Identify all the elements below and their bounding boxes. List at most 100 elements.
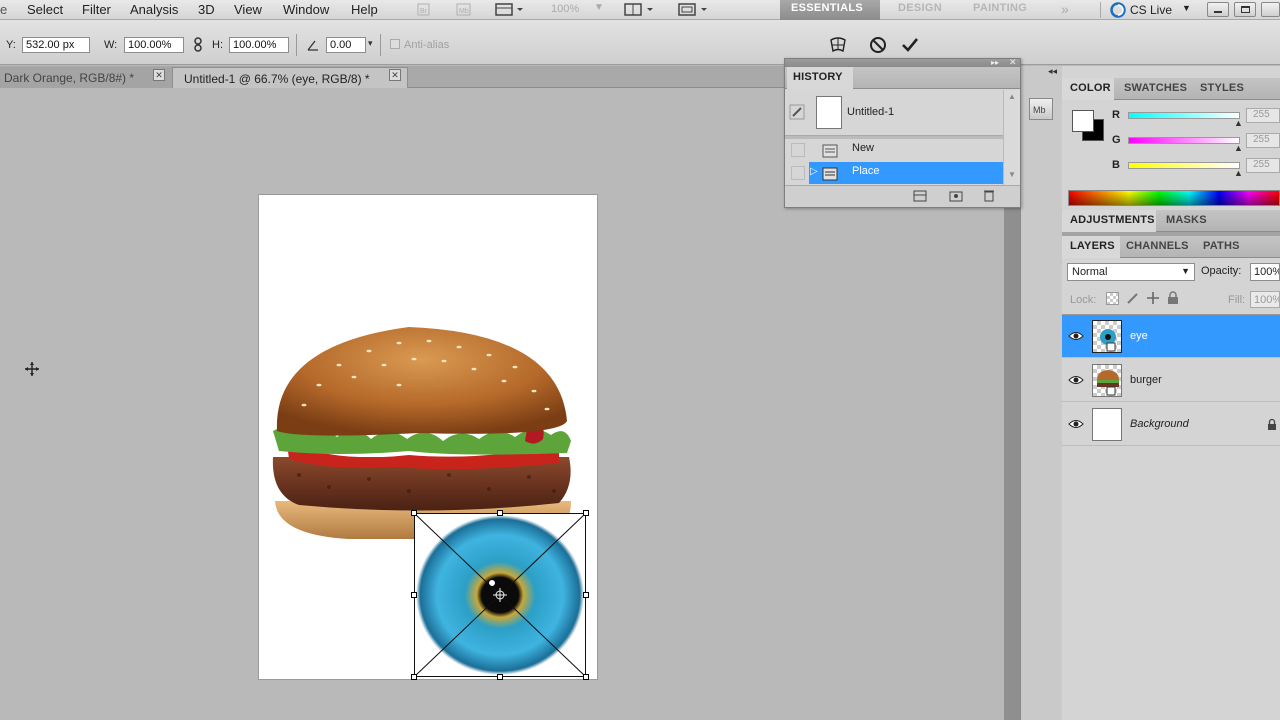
menu-item-partial[interactable]: e: [0, 2, 7, 17]
workspace-painting[interactable]: PAINTING: [973, 2, 1027, 14]
new-document-icon[interactable]: [913, 190, 927, 205]
cancel-transform-icon[interactable]: [868, 36, 888, 57]
tab-layers[interactable]: LAYERS: [1070, 240, 1115, 252]
commit-transform-icon[interactable]: [900, 36, 920, 57]
delete-state-icon[interactable]: [983, 189, 995, 205]
minimize-button[interactable]: [1207, 2, 1229, 17]
panel-collapse-icon[interactable]: ▸▸: [991, 58, 999, 67]
blend-mode-select[interactable]: Normal ▼: [1067, 263, 1195, 281]
transform-bounding-box[interactable]: [411, 510, 589, 680]
color-spectrum-ramp[interactable]: [1068, 190, 1280, 206]
transform-handle[interactable]: [411, 510, 417, 516]
arrange-documents-icon[interactable]: [622, 1, 658, 18]
tab-untitled-1[interactable]: Untitled-1 @ 66.7% (eye, RGB/8) *: [172, 67, 408, 88]
tab-dark-orange[interactable]: Dark Orange, RGB/8#) *: [0, 67, 172, 88]
collapse-dock-icon[interactable]: ◂◂: [1048, 66, 1057, 77]
menu-filter[interactable]: Filter: [82, 2, 111, 17]
menu-help[interactable]: Help: [351, 2, 378, 17]
workspace-design[interactable]: DESIGN: [898, 2, 942, 14]
transform-handle[interactable]: [411, 592, 417, 598]
foreground-color-swatch[interactable]: [1072, 110, 1094, 132]
close-window-button[interactable]: [1261, 2, 1280, 17]
visibility-eye-icon[interactable]: [1068, 330, 1084, 342]
menu-select[interactable]: Select: [27, 2, 63, 17]
history-tab[interactable]: HISTORY: [793, 71, 843, 83]
workspace-more-icon[interactable]: »: [1061, 1, 1069, 17]
history-item-new[interactable]: New: [785, 139, 1003, 161]
link-icon[interactable]: [192, 37, 204, 56]
history-source-checkbox[interactable]: [791, 143, 805, 157]
restore-button[interactable]: [1234, 2, 1256, 17]
tab-swatches[interactable]: SWATCHES: [1124, 82, 1187, 94]
layer-name[interactable]: Background: [1130, 418, 1189, 430]
tab-adjustments[interactable]: ADJUSTMENTS: [1070, 214, 1155, 226]
tab-styles[interactable]: STYLES: [1200, 82, 1244, 94]
transform-handle[interactable]: [583, 510, 589, 516]
channel-r-slider[interactable]: [1128, 112, 1240, 119]
channel-g-value[interactable]: 255: [1246, 133, 1280, 148]
layer-name[interactable]: eye: [1130, 330, 1148, 342]
history-item-place[interactable]: ▷ Place: [785, 162, 1003, 184]
transform-handle[interactable]: [497, 674, 503, 680]
angle-field[interactable]: 0.00: [326, 37, 366, 53]
reference-point-icon[interactable]: [493, 588, 507, 605]
cs-live-dropdown-icon[interactable]: ▼: [1182, 3, 1191, 13]
zoom-level[interactable]: 100%: [551, 3, 579, 15]
slider-thumb-icon[interactable]: ▲: [1234, 168, 1243, 178]
tab-color[interactable]: COLOR: [1070, 82, 1111, 94]
slider-thumb-icon[interactable]: ▲: [1234, 118, 1243, 128]
antialias-checkbox[interactable]: [390, 39, 400, 49]
channel-b-slider[interactable]: [1128, 162, 1240, 169]
menu-bar: e Select Filter Analysis 3D View Window …: [0, 0, 1280, 20]
panel-grip[interactable]: [785, 59, 1020, 67]
transform-handle[interactable]: [583, 674, 589, 680]
mini-bridge-icon[interactable]: Mb: [452, 1, 474, 18]
angle-stepper-icon[interactable]: ▾: [368, 38, 373, 49]
transform-handle[interactable]: [497, 510, 503, 516]
new-snapshot-icon[interactable]: [949, 190, 963, 205]
layer-row-background[interactable]: Background: [1062, 403, 1280, 446]
tab-paths[interactable]: PATHS: [1203, 240, 1240, 252]
transform-handle[interactable]: [411, 674, 417, 680]
screen-mode-icon[interactable]: [676, 1, 712, 18]
layer-row-burger[interactable]: burger: [1062, 359, 1280, 402]
menu-analysis[interactable]: Analysis: [130, 2, 178, 17]
channel-b-value[interactable]: 255: [1246, 158, 1280, 173]
tab-close-icon[interactable]: ✕: [153, 69, 165, 81]
layer-name[interactable]: burger: [1130, 374, 1162, 386]
history-scrollbar[interactable]: ▲ ▼: [1003, 90, 1020, 185]
history-source-checkbox[interactable]: [791, 166, 805, 180]
lock-all-icon[interactable]: [1166, 291, 1180, 308]
width-field[interactable]: 100.00%: [124, 37, 184, 53]
history-snapshot-row[interactable]: Untitled-1: [785, 90, 1003, 136]
layer-row-eye[interactable]: eye: [1062, 315, 1280, 358]
mini-bridge-panel-icon[interactable]: Mb: [1029, 98, 1053, 120]
bridge-icon[interactable]: Br: [412, 1, 434, 18]
channel-r-value[interactable]: 255: [1246, 108, 1280, 123]
y-position-field[interactable]: 532.00 px: [22, 37, 90, 53]
menu-view[interactable]: View: [234, 2, 262, 17]
tab-masks[interactable]: MASKS: [1166, 214, 1207, 226]
height-field[interactable]: 100.00%: [229, 37, 289, 53]
cs-live-label[interactable]: CS Live: [1130, 3, 1172, 17]
opacity-field[interactable]: 100%: [1250, 263, 1280, 281]
menu-window[interactable]: Window: [283, 2, 329, 17]
zoom-dropdown-icon[interactable]: ▼: [594, 2, 604, 13]
workspace-essentials[interactable]: ESSENTIALS: [791, 2, 863, 14]
lock-transparent-icon[interactable]: [1106, 292, 1119, 305]
fill-field[interactable]: 100%: [1250, 291, 1280, 308]
transform-handle[interactable]: [583, 592, 589, 598]
lock-pixels-icon[interactable]: [1126, 291, 1140, 308]
cs-live-icon[interactable]: [1110, 2, 1128, 21]
channel-g-slider[interactable]: [1128, 137, 1240, 144]
warp-icon[interactable]: [828, 36, 848, 57]
lock-position-icon[interactable]: [1146, 291, 1160, 308]
tab-channels[interactable]: CHANNELS: [1126, 240, 1189, 252]
view-extras-icon[interactable]: [493, 1, 527, 18]
slider-thumb-icon[interactable]: ▲: [1234, 143, 1243, 153]
visibility-eye-icon[interactable]: [1068, 374, 1084, 386]
menu-3d[interactable]: 3D: [198, 2, 215, 17]
snapshot-label: Untitled-1: [847, 106, 895, 118]
tab-close-icon[interactable]: ✕: [389, 69, 401, 81]
visibility-eye-icon[interactable]: [1068, 418, 1084, 430]
